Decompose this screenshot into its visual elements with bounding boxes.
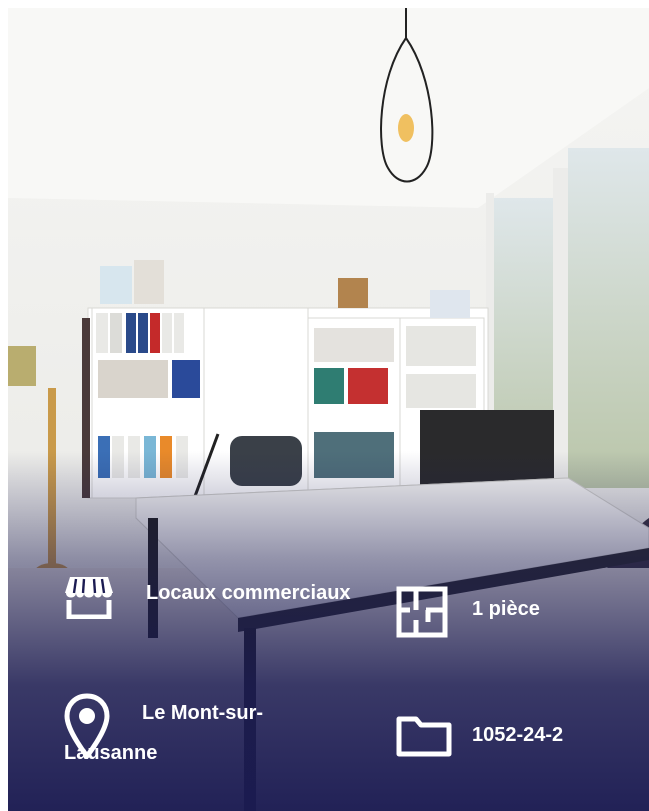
- reference-label: 1052-24-2: [472, 724, 564, 746]
- room-count-label: 1 pièce: [472, 598, 540, 620]
- storefront-icon: [64, 573, 114, 633]
- property-type: Locaux commerciaux: [64, 573, 364, 620]
- floor-plan-icon: [396, 586, 448, 652]
- folder-icon: [396, 713, 452, 771]
- map-pin-icon: [64, 693, 110, 773]
- location: Le Mont-sur-Lausanne: [64, 693, 324, 773]
- listing-card[interactable]: Locaux commerciaux Le Mont-sur-Lausanne …: [8, 8, 649, 811]
